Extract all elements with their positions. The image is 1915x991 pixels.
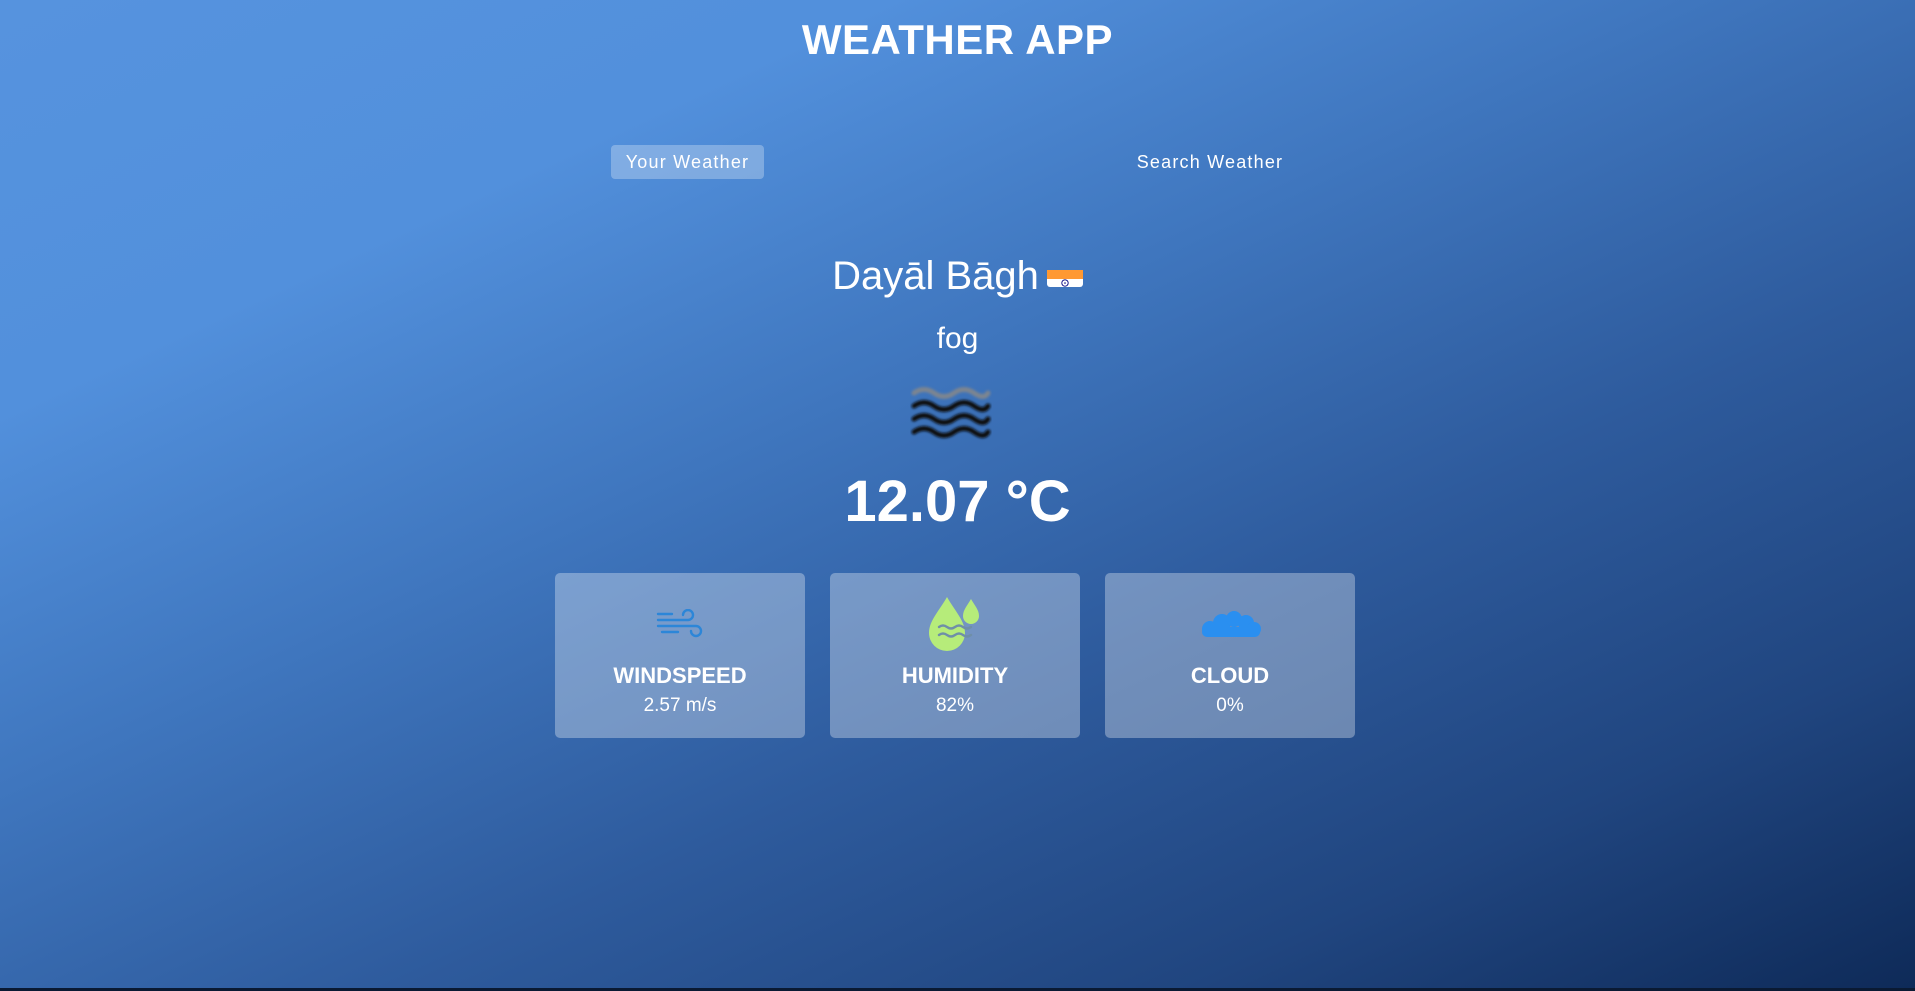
temperature-value: 12.07 °C	[844, 469, 1071, 534]
fog-icon	[910, 385, 992, 441]
tab-search-weather[interactable]: Search Weather	[1117, 145, 1303, 179]
windspeed-label: WINDSPEED	[613, 663, 747, 688]
location-heading: Dayāl Bāgh	[0, 254, 1915, 299]
humidity-label: HUMIDITY	[901, 663, 1009, 688]
app-title: WEATHER APP	[801, 16, 1114, 63]
humidity-icon	[925, 595, 985, 658]
humidity-value: 82%	[935, 695, 975, 716]
cloud-card: CLOUD 0%	[1105, 573, 1355, 738]
humidity-card: HUMIDITY 82%	[830, 573, 1080, 738]
windspeed-card: WINDSPEED 2.57 m/s	[555, 573, 805, 738]
tab-your-weather[interactable]: Your Weather	[611, 145, 764, 179]
weather-condition: fog	[936, 322, 979, 355]
india-flag-icon	[1046, 261, 1083, 287]
cloud-label: CLOUD	[1190, 663, 1270, 688]
windspeed-value: 2.57 m/s	[643, 695, 717, 716]
wind-icon	[656, 608, 704, 644]
cloud-value: 0%	[1216, 695, 1244, 716]
cloud-icon	[1198, 609, 1262, 644]
city-name: Dayāl Bāgh	[832, 254, 1039, 298]
